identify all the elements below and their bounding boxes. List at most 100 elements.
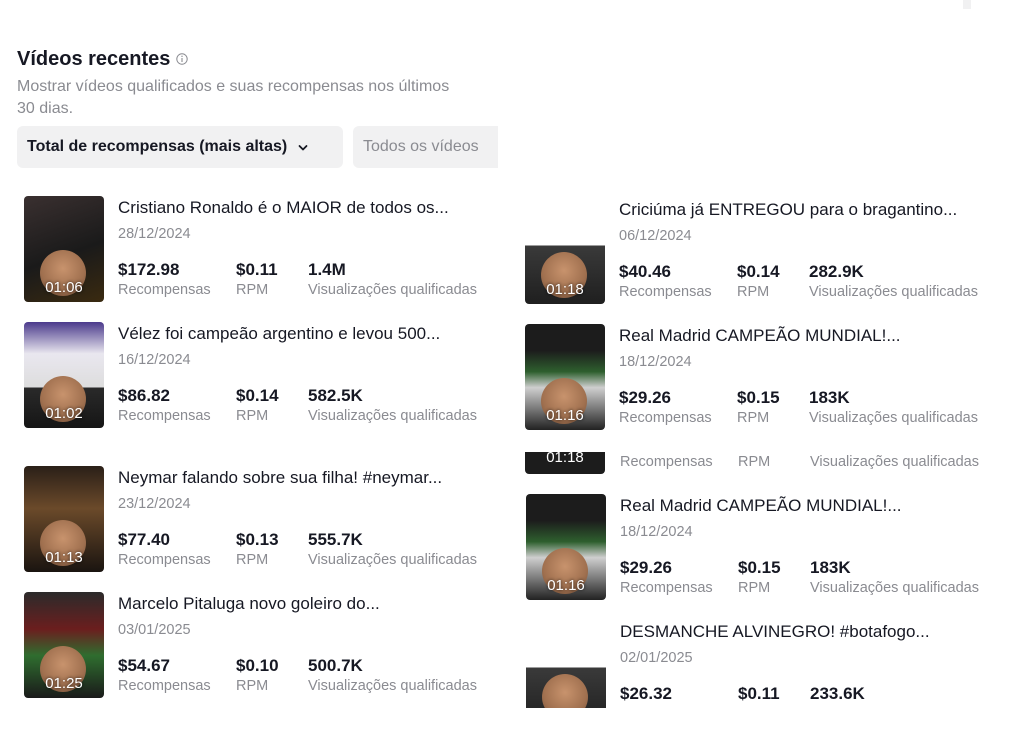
video-duration: 01:02 [45,405,83,422]
video-date: 18/12/2024 [619,354,692,370]
video-duration: 01:16 [546,407,584,424]
video-thumbnail[interactable]: 01:25 [24,592,104,698]
info-circle-icon[interactable] [176,53,189,65]
views-stat: 282.9K Visualizações qualificadas [809,262,978,300]
rewards-value: $40.46 [619,262,671,281]
rewards-stat: $77.40 Recompensas [118,530,211,568]
video-title[interactable]: Real Madrid CAMPEÃO MUNDIAL!... [619,326,999,346]
rewards-label: Recompensas [619,284,712,300]
video-title[interactable]: Marcelo Pitaluga novo goleiro do... [118,594,498,614]
rpm-stat: $0.11 [738,684,780,706]
rpm-value: $0.15 [738,558,781,577]
views-stat: 500.7K Visualizações qualificadas [308,656,477,694]
rpm-stat: $0.15 RPM [737,388,780,426]
rpm-value: $0.15 [737,388,780,407]
rpm-stat: $0.10 RPM [236,656,279,694]
video-duration: 01:13 [45,549,83,566]
rpm-label: RPM [236,282,269,298]
video-duration: 01:25 [45,675,83,692]
rpm-label: RPM [738,580,771,596]
views-value: 555.7K [308,530,363,549]
rpm-value: $0.11 [738,684,780,703]
rewards-stat: $86.82 Recompensas [118,386,211,424]
rewards-value: $86.82 [118,386,170,405]
all-videos-filter[interactable]: Todos os vídeos [353,126,498,168]
all-videos-filter-label: Todos os vídeos [363,138,479,155]
rpm-label: RPM [738,454,771,470]
video-duration: 01:18 [546,281,584,298]
video-thumbnail[interactable]: 01:02 [24,322,104,428]
video-title[interactable]: Cristiano Ronaldo é o MAIOR de todos os.… [118,198,498,218]
rpm-label: RPM [737,284,770,300]
rewards-label: Recompensas [118,282,211,298]
views-stat: 183K Visualizações qualificadas [809,388,978,426]
video-date: 18/12/2024 [620,524,693,540]
sort-dropdown-label: Total de recompensas (mais altas) [27,138,288,155]
rewards-value: $26.32 [620,684,672,703]
rpm-value: $0.13 [236,530,279,549]
rewards-stat: $54.67 Recompensas [118,656,211,694]
video-title[interactable]: DESMANCHE ALVINEGRO! #botafogo... [620,622,1000,642]
views-value: 582.5K [308,386,363,405]
video-card[interactable]: 01:25 Marcelo Pitaluga novo goleiro do..… [24,592,499,700]
views-value: 500.7K [308,656,363,675]
views-stat: 233.6K [810,684,865,706]
views-value: 183K [809,388,850,407]
video-thumbnail: 01:18 [525,452,605,474]
rewards-value: $29.26 [620,558,672,577]
rpm-value: $0.10 [236,656,279,675]
rpm-stat: $0.14 RPM [737,262,780,300]
section-header: Vídeos recentes Mostrar vídeos qualifica… [17,46,517,120]
views-value: 1.4M [308,260,346,279]
video-card[interactable]: 01:16 Real Madrid CAMPEÃO MUNDIAL!... 18… [525,324,1000,432]
views-label: Visualizações qualificadas [810,454,980,470]
video-date: 16/12/2024 [118,352,191,368]
rewards-value: $77.40 [118,530,170,549]
views-stat: 1.4M Visualizações qualificadas [308,260,477,298]
video-duration: 01:18 [546,452,584,466]
video-duration: 01:16 [547,577,585,594]
views-value: 233.6K [810,684,865,703]
video-date: 28/12/2024 [118,226,191,242]
rewards-value: $172.98 [118,260,180,279]
sort-dropdown[interactable]: Total de recompensas (mais altas) [17,126,343,168]
video-title[interactable]: Criciúma já ENTREGOU para o bragantino..… [619,200,999,220]
video-card[interactable]: 01:13 Neymar falando sobre sua filha! #n… [24,466,499,574]
video-date: 06/12/2024 [619,228,692,244]
rpm-label: RPM [236,678,269,694]
video-thumbnail[interactable]: 01:06 [24,196,104,302]
video-card[interactable]: 01:16 Real Madrid CAMPEÃO MUNDIAL!... 18… [526,494,1001,602]
views-stat: 183K Visualizações qualificadas [810,558,979,596]
views-label: Visualizações qualificadas [810,580,980,596]
video-thumbnail[interactable]: 01:18 [525,198,605,304]
views-label: Visualizações qualificadas [308,678,478,694]
rewards-value: $54.67 [118,656,170,675]
rpm-value: $0.11 [236,260,278,279]
rpm-label: RPM [236,408,269,424]
video-date: 23/12/2024 [118,496,191,512]
video-title[interactable]: Vélez foi campeão argentino e levou 500.… [118,324,498,344]
rpm-value: $0.14 [236,386,279,405]
views-label: Visualizações qualificadas [308,552,478,568]
rpm-stat: $0.14 RPM [236,386,279,424]
rewards-stat: $29.26 Recompensas [619,388,712,426]
video-thumbnail[interactable]: 01:16 [525,324,605,430]
rewards-value: $29.26 [619,388,671,407]
rpm-label: RPM [236,552,269,568]
video-title[interactable]: Real Madrid CAMPEÃO MUNDIAL!... [620,496,1000,516]
video-card[interactable]: 01:18 Criciúma já ENTREGOU para o bragan… [525,198,1000,306]
video-card-partial: 01:18 Recompensas RPM Visualizações qual… [525,452,1000,474]
video-thumbnail[interactable]: 01:13 [24,466,104,572]
video-card[interactable]: 01:06 Cristiano Ronaldo é o MAIOR de tod… [24,196,499,304]
video-thumbnail[interactable] [526,620,606,708]
video-card[interactable]: 01:02 Vélez foi campeão argentino e levo… [24,322,499,430]
video-card[interactable]: DESMANCHE ALVINEGRO! #botafogo... 02/01/… [526,620,1001,708]
views-value: 282.9K [809,262,864,281]
views-stat: 582.5K Visualizações qualificadas [308,386,477,424]
rewards-label: Recompensas [118,678,211,694]
video-date: 02/01/2025 [620,650,693,666]
video-thumbnail[interactable]: 01:16 [526,494,606,600]
page-subtitle: Mostrar vídeos qualificados e suas recom… [17,78,450,117]
views-label: Visualizações qualificadas [308,408,478,424]
video-title[interactable]: Neymar falando sobre sua filha! #neymar.… [118,468,498,488]
